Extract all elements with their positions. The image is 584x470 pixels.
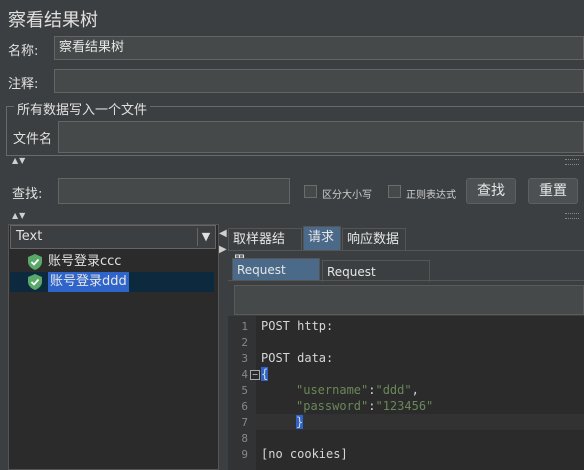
json-key: "password" [296, 399, 369, 413]
expand-right-icon[interactable]: ▶ [219, 244, 227, 255]
find-button[interactable]: 查找 [466, 178, 516, 204]
code-line-3: POST data: [261, 351, 334, 365]
shield-check-icon [28, 254, 42, 270]
json-value: "ddd" [375, 383, 412, 397]
splitter-grip[interactable] [565, 159, 579, 165]
tab-response-data[interactable]: 响应数据 [342, 228, 406, 250]
comment-label: 注释: [8, 77, 39, 92]
tab-request-headers[interactable]: Request Headers [322, 260, 430, 301]
filename-label: 文件名 [13, 132, 53, 147]
name-input[interactable]: 察看结果树 [54, 36, 584, 60]
json-key: "username" [296, 383, 369, 397]
case-sensitive-checkbox[interactable] [304, 185, 317, 198]
json-value: "123456" [375, 399, 434, 413]
renderer-select[interactable]: Text ▼ [10, 225, 216, 249]
collapse-arrows-icon[interactable]: ▲▼ [12, 157, 26, 165]
filename-input[interactable] [58, 121, 584, 153]
comment-input[interactable] [54, 69, 584, 93]
dropdown-arrow-icon[interactable]: ▼ [197, 228, 214, 246]
current-line-highlight [256, 414, 584, 430]
collapse-arrows-icon[interactable]: ▲▼ [12, 212, 26, 220]
code-line-1: POST http: [261, 319, 334, 333]
tree-item-selected[interactable]: 账号登录ddd [10, 272, 214, 292]
tab-request-body[interactable]: Request Body [232, 258, 320, 299]
tree-item[interactable]: 账号登录ccc [10, 252, 214, 272]
code-line-5: "username":"ddd", [296, 383, 419, 397]
code-lines: POST http: POST data: { "username":"ddd"… [228, 316, 584, 470]
tab-sampler-result[interactable]: 取样器结果 [228, 228, 302, 269]
tab-request[interactable]: 请求 [303, 226, 341, 250]
tab-divider [228, 250, 584, 251]
file-group-legend: 所有数据写入一个文件 [14, 99, 151, 118]
subtab-divider [228, 280, 584, 281]
code-line-9: [no cookies] [261, 447, 348, 461]
search-label: 查找: [12, 187, 43, 202]
collapse-left-icon[interactable]: ◀ [219, 228, 227, 239]
editor-toolbar [234, 285, 584, 315]
tree-item-label: 账号登录ccc [48, 254, 122, 269]
reset-button[interactable]: 重置 [528, 178, 578, 204]
code-line-7: } [296, 415, 304, 429]
renderer-selected-value: Text [16, 229, 43, 244]
page-title: 察看结果树 [8, 10, 98, 31]
case-sensitive-label: 区分大小写 [322, 190, 372, 201]
regex-label: 正则表达式 [406, 190, 456, 201]
json-comma: , [411, 383, 419, 397]
code-line-6: "password":"123456" [296, 399, 433, 413]
code-line-4: { [261, 367, 269, 381]
regex-checkbox[interactable] [388, 185, 401, 198]
splitter-grip[interactable] [565, 213, 579, 219]
search-input[interactable] [58, 178, 290, 204]
shield-check-icon [28, 274, 42, 290]
name-label: 名称: [8, 44, 39, 59]
tree-item-label: 账号登录ddd [48, 272, 129, 292]
